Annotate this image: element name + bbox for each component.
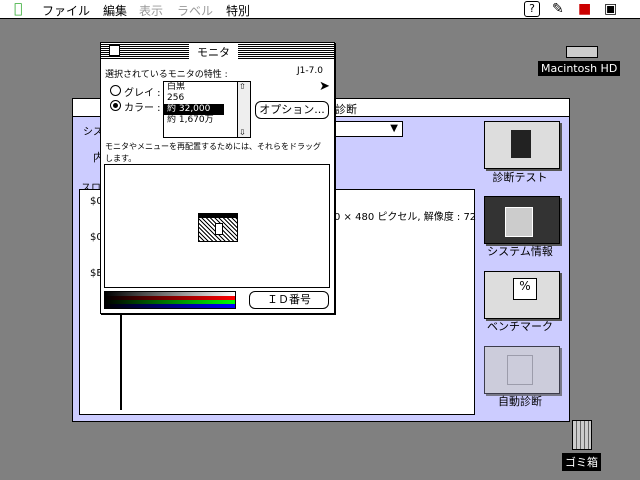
color-label: カラー : (124, 103, 161, 114)
chevron-down-icon: ▼ (390, 123, 398, 134)
id-number-button[interactable]: ＩＤ番号 (249, 291, 329, 309)
menu-file[interactable]: ファイル (42, 2, 90, 19)
close-box-icon[interactable] (109, 45, 120, 56)
color-radio[interactable] (110, 100, 121, 111)
monitor-icon[interactable] (198, 213, 238, 242)
chip-icon (511, 130, 531, 158)
monitor-title: モニタ (189, 44, 238, 60)
computer-hand-icon (507, 355, 533, 385)
tree-line (120, 310, 122, 410)
trash-label[interactable]: ゴミ箱 (562, 453, 601, 471)
list-scrollbar[interactable]: ⇧ ⇩ (237, 82, 250, 137)
monitor-dialog: モニタ 選択されているモニタの特性 : J1-7.0 ➤ グレイ : カラー :… (100, 42, 335, 314)
apple-menu-icon[interactable]:  (14, 1, 22, 17)
diagnostic-test-button[interactable] (484, 121, 560, 169)
auto-diagnostic-label: 自動診断 (498, 395, 542, 408)
monitor-arrangement-area (104, 164, 330, 288)
version-label: J1-7.0 (297, 66, 323, 76)
trash-icon[interactable] (572, 420, 592, 450)
menu-edit[interactable]: 編集 (103, 2, 127, 19)
list-item[interactable]: 約 32,000 (164, 104, 224, 115)
pencil-icon[interactable]: ✎ (552, 1, 564, 17)
menu-view[interactable]: 表示 (139, 2, 163, 19)
system-info-button[interactable] (484, 196, 560, 244)
resolution-info: 0 × 480 ピクセル, 解像度 : 72 (334, 212, 477, 223)
document-percent-icon: % (513, 278, 537, 300)
hd-label[interactable]: Macintosh HD (538, 61, 621, 76)
scroll-down-icon[interactable]: ⇩ (239, 128, 246, 137)
monitor-number-icon (215, 223, 223, 235)
color-spectrum-bar (104, 291, 236, 309)
benchmark-label: ベンチマーク (487, 320, 553, 333)
monitor-title-bar[interactable]: モニタ (101, 43, 334, 60)
menu-bar:  ファイル 編集 表示 ラベル 特別 ? ✎ ■ ▣ (0, 0, 640, 19)
depth-list[interactable]: 白黒 256 約 32,000 約 1,670万 ⇧ ⇩ (163, 81, 251, 138)
characteristics-label: 選択されているモニタの特性 : (105, 70, 228, 80)
diagnostic-title: 診断 (335, 103, 357, 116)
computer-icon (505, 207, 533, 237)
spectrum-blue (105, 304, 235, 308)
help-icon[interactable]: ? (524, 1, 540, 17)
finder-icon[interactable]: ▣ (604, 1, 617, 17)
scroll-up-icon[interactable]: ⇧ (239, 82, 246, 91)
cursor-arrow-icon: ➤ (319, 79, 330, 94)
system-info-label: システム情報 (487, 245, 553, 258)
monitor-menubar-icon (199, 214, 237, 218)
gray-radio[interactable] (110, 85, 121, 96)
menu-special[interactable]: 特別 (226, 2, 250, 19)
app-menu-icon[interactable]: ■ (578, 1, 591, 17)
menu-label[interactable]: ラベル (177, 2, 213, 19)
auto-diagnostic-button[interactable] (484, 346, 560, 394)
hd-icon[interactable] (566, 46, 598, 58)
system-popup[interactable]: ▼ (335, 121, 403, 137)
options-button[interactable]: オプション... (255, 101, 329, 119)
instruction-text: モニタやメニューを再配置するためには、それらをドラッグします。 (105, 142, 321, 163)
gray-label: グレイ : (124, 88, 161, 99)
benchmark-button[interactable]: % (484, 271, 560, 319)
diagnostic-test-label: 診断テスト (492, 171, 548, 184)
